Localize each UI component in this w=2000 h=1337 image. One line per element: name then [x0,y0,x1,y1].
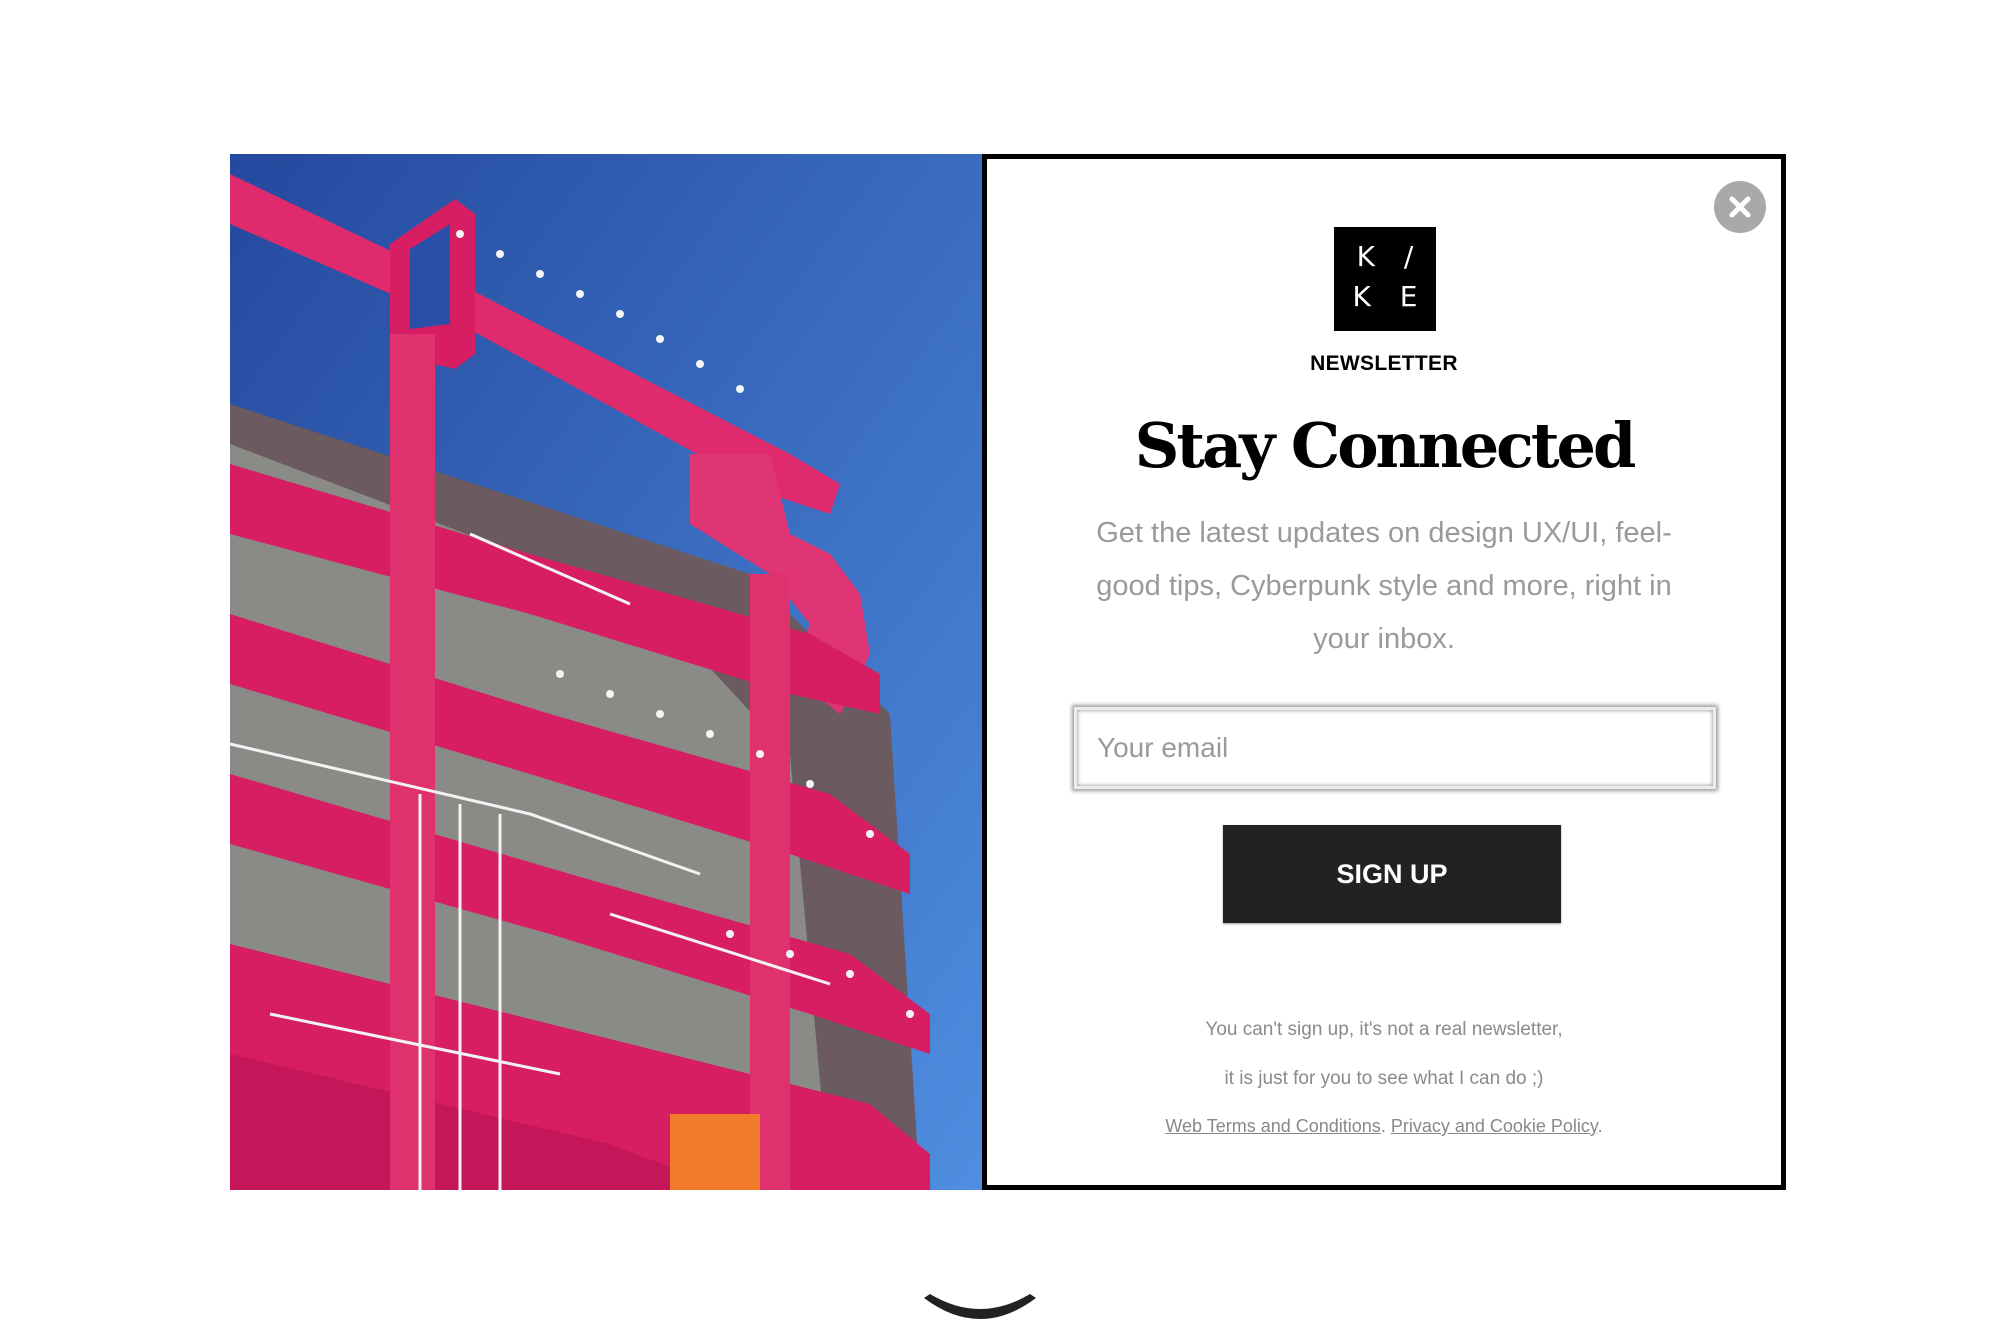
legal-separator: . [1380,1116,1386,1136]
web-terms-link[interactable]: Web Terms and Conditions [1165,1116,1380,1136]
logo-line-1: K / [1356,240,1424,273]
disclaimer-line-1: You can't sign up, it's not a real newsl… [1205,1019,1563,1040]
logo-line-2: K E [1352,280,1428,313]
newsletter-form-panel: K / K E NEWSLETTER Stay Connected Get th… [982,154,1786,1190]
email-field[interactable] [1074,707,1716,789]
close-icon [1729,196,1751,218]
legal-links: Web Terms and Conditions. Privacy and Co… [987,1116,1781,1137]
close-button[interactable] [1714,181,1766,233]
newsletter-label: NEWSLETTER [1310,352,1458,375]
chevron-down-icon [924,1294,1036,1319]
disclaimer-line-2: it is just for you to see what I can do … [1224,1068,1544,1089]
modal-heading: Stay Connected [1134,409,1637,482]
hero-photo [230,154,982,1190]
legal-terminator: . [1597,1116,1603,1136]
sign-up-button[interactable]: SIGN UP [1223,825,1561,923]
newsletter-modal: K / K E NEWSLETTER Stay Connected Get th… [230,154,1786,1190]
scroll-down-button[interactable] [920,1290,1040,1332]
email-input[interactable] [1077,710,1713,786]
modal-description: Get the latest updates on design UX/UI, … [1096,517,1672,655]
brand-logo: K / K E [1334,227,1436,331]
privacy-policy-link[interactable]: Privacy and Cookie Policy [1391,1116,1598,1136]
